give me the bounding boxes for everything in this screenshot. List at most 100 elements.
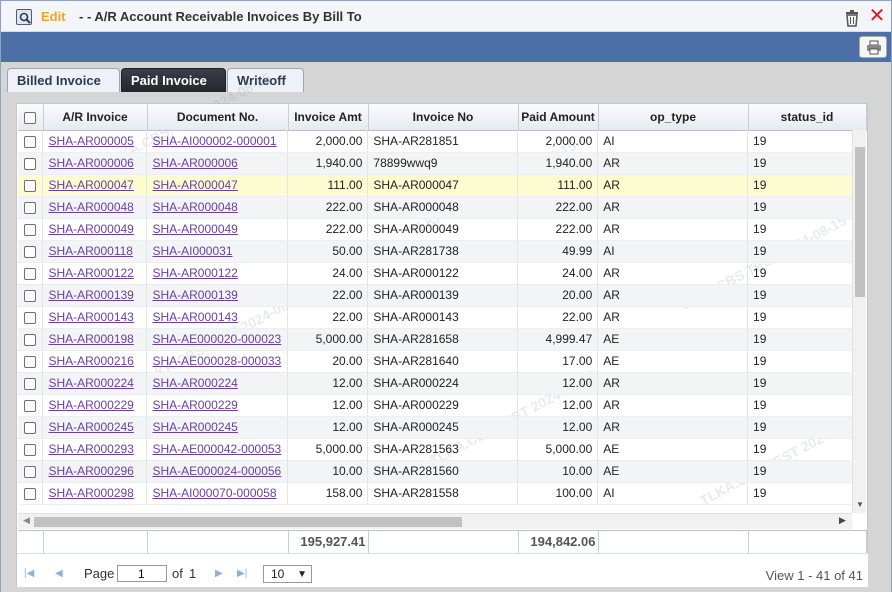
table-row[interactable]: SHA-AR000143 SHA-AR000143 22.00 SHA-AR00014… [18,306,853,329]
document-no-link[interactable]: SHA-AI000002-000001 [146,130,289,153]
table-row[interactable]: SHA-AR000005 SHA-AI000002-000001 2,000.00 S… [18,130,853,153]
ar-invoice-link-text[interactable]: SHA-AR000005 [48,134,133,148]
ar-invoice-link[interactable]: SHA-AR000293 [42,438,148,461]
document-no-link-text[interactable]: SHA-AE000042-000053 [152,442,281,456]
document-no-link-text[interactable]: SHA-AR000122 [152,266,237,280]
ar-invoice-link-text[interactable]: SHA-AR000293 [48,442,133,456]
row-checkbox[interactable] [24,135,37,148]
ar-invoice-link[interactable]: SHA-AR000245 [42,416,148,439]
ar-invoice-link[interactable]: SHA-AR000143 [42,306,148,329]
page-size-select[interactable]: 10 ▼ [263,565,312,583]
last-page-icon[interactable]: ▶| [237,568,247,579]
table-row[interactable]: SHA-AR000229 SHA-AR000229 12.00 SHA-AR00022… [18,394,853,417]
table-row[interactable]: SHA-AR000293 SHA-AE000042-000053 5,000.00 S… [18,438,853,461]
document-no-link[interactable]: SHA-AR000048 [146,196,289,219]
ar-invoice-link[interactable]: SHA-AR000216 [42,350,148,373]
ar-invoice-link[interactable]: SHA-AR000118 [42,240,148,263]
ar-invoice-link-text[interactable]: SHA-AR000143 [48,310,133,324]
column-header-invoice-no[interactable]: Invoice No [368,104,519,131]
document-no-link-text[interactable]: SHA-AE000028-000033 [152,354,281,368]
row-checkbox[interactable] [24,465,37,478]
ar-invoice-link-text[interactable]: SHA-AR000049 [48,222,133,236]
document-no-link[interactable]: SHA-AE000020-000023 [146,328,289,351]
table-row[interactable]: SHA-AR000224 SHA-AR000224 12.00 SHA-AR00022… [18,372,853,395]
document-no-link[interactable]: SHA-AR000224 [146,372,289,395]
table-row[interactable]: SHA-AR000048 SHA-AR000048 222.00 SHA-AR0000… [18,196,853,219]
ar-invoice-link[interactable]: SHA-AR000047 [42,174,148,197]
row-checkbox[interactable] [24,157,37,170]
document-no-link-text[interactable]: SHA-AR000048 [152,200,237,214]
ar-invoice-link[interactable]: SHA-AR000048 [42,196,148,219]
document-no-link[interactable]: SHA-AR000049 [146,218,289,241]
vertical-scrollbar[interactable]: ▼ [852,130,866,513]
row-checkbox[interactable] [24,179,37,192]
ar-invoice-link-text[interactable]: SHA-AR000118 [48,244,133,258]
table-row[interactable]: SHA-AR000047 SHA-AR000047 111.00 SHA-AR0000… [18,174,853,197]
document-no-link[interactable]: SHA-AR000047 [146,174,289,197]
document-no-link[interactable]: SHA-AR000139 [146,284,289,307]
next-page-icon[interactable]: ▶ [215,568,223,579]
row-checkbox[interactable] [24,487,37,500]
ar-invoice-link-text[interactable]: SHA-AR000229 [48,398,133,412]
ar-invoice-link-text[interactable]: SHA-AR000122 [48,266,133,280]
document-no-link-text[interactable]: SHA-AI000070-000058 [152,486,276,500]
trash-icon[interactable] [844,9,860,27]
row-checkbox[interactable] [24,267,37,280]
document-no-link-text[interactable]: SHA-AI000002-000001 [152,134,276,148]
select-all-checkbox[interactable] [24,111,37,124]
row-checkbox[interactable] [24,311,37,324]
document-no-link-text[interactable]: SHA-AE000020-000023 [152,332,281,346]
ar-invoice-link-text[interactable]: SHA-AR000296 [48,464,133,478]
tab-writeoff[interactable]: Writeoff [227,68,304,92]
print-button[interactable] [859,36,887,58]
ar-invoice-link[interactable]: SHA-AR000139 [42,284,148,307]
row-checkbox[interactable] [24,201,37,214]
ar-invoice-link-text[interactable]: SHA-AR000245 [48,420,133,434]
first-page-icon[interactable]: |◀ [24,568,34,579]
document-no-link[interactable]: SHA-AR000245 [146,416,289,439]
column-header-status-id[interactable]: status_id [748,104,867,131]
prev-page-icon[interactable]: ◀ [55,568,63,579]
row-checkbox[interactable] [24,223,37,236]
horizontal-scroll-thumb[interactable] [34,517,462,527]
vertical-scroll-thumb[interactable] [855,147,865,297]
document-no-link[interactable]: SHA-AR000122 [146,262,289,285]
ar-invoice-link-text[interactable]: SHA-AR000216 [48,354,133,368]
document-no-link[interactable]: SHA-AE000024-000056 [146,460,289,483]
document-no-link[interactable]: SHA-AI000070-000058 [146,482,289,505]
ar-invoice-link[interactable]: SHA-AR000198 [42,328,148,351]
ar-invoice-link[interactable]: SHA-AR000224 [42,372,148,395]
document-no-link-text[interactable]: SHA-AI000031 [152,244,232,258]
document-no-link-text[interactable]: SHA-AR000224 [152,376,237,390]
horizontal-scrollbar[interactable]: ◀ ▶ [18,513,852,529]
table-row[interactable]: SHA-AR000296 SHA-AE000024-000056 10.00 SHA-… [18,460,853,483]
document-no-link[interactable]: SHA-AE000028-000033 [146,350,289,373]
ar-invoice-link[interactable]: SHA-AR000122 [42,262,148,285]
document-no-link-text[interactable]: SHA-AE000024-000056 [152,464,281,478]
ar-invoice-link[interactable]: SHA-AR000005 [42,130,148,153]
column-header-document-no[interactable]: Document No. [147,104,289,131]
ar-invoice-link-text[interactable]: SHA-AR000048 [48,200,133,214]
row-checkbox[interactable] [24,289,37,302]
column-header-paid-amount[interactable]: Paid Amount [518,104,599,131]
row-checkbox[interactable] [24,377,37,390]
column-header-op-type[interactable]: op_type [598,104,749,131]
ar-invoice-link[interactable]: SHA-AR000296 [42,460,148,483]
ar-invoice-link[interactable]: SHA-AR000229 [42,394,148,417]
document-no-link-text[interactable]: SHA-AR000047 [152,178,237,192]
row-checkbox[interactable] [24,399,37,412]
column-header-ar-invoice[interactable]: A/R Invoice [43,104,148,131]
ar-invoice-link-text[interactable]: SHA-AR000298 [48,486,133,500]
ar-invoice-link-text[interactable]: SHA-AR000198 [48,332,133,346]
document-no-link[interactable]: SHA-AE000042-000053 [146,438,289,461]
ar-invoice-link[interactable]: SHA-AR000006 [42,152,148,175]
row-checkbox[interactable] [24,333,37,346]
close-icon[interactable]: ✕ [868,6,886,26]
ar-invoice-link-text[interactable]: SHA-AR000139 [48,288,133,302]
tab-paid-invoice[interactable]: Paid Invoice [121,68,226,92]
table-row[interactable]: SHA-AR000216 SHA-AE000028-000033 20.00 SHA-… [18,350,853,373]
scroll-right-arrow-icon[interactable]: ▶ [839,515,846,526]
table-row[interactable]: SHA-AR000245 SHA-AR000245 12.00 SHA-AR00024… [18,416,853,439]
page-number-input[interactable] [117,565,167,582]
ar-invoice-link-text[interactable]: SHA-AR000224 [48,376,133,390]
